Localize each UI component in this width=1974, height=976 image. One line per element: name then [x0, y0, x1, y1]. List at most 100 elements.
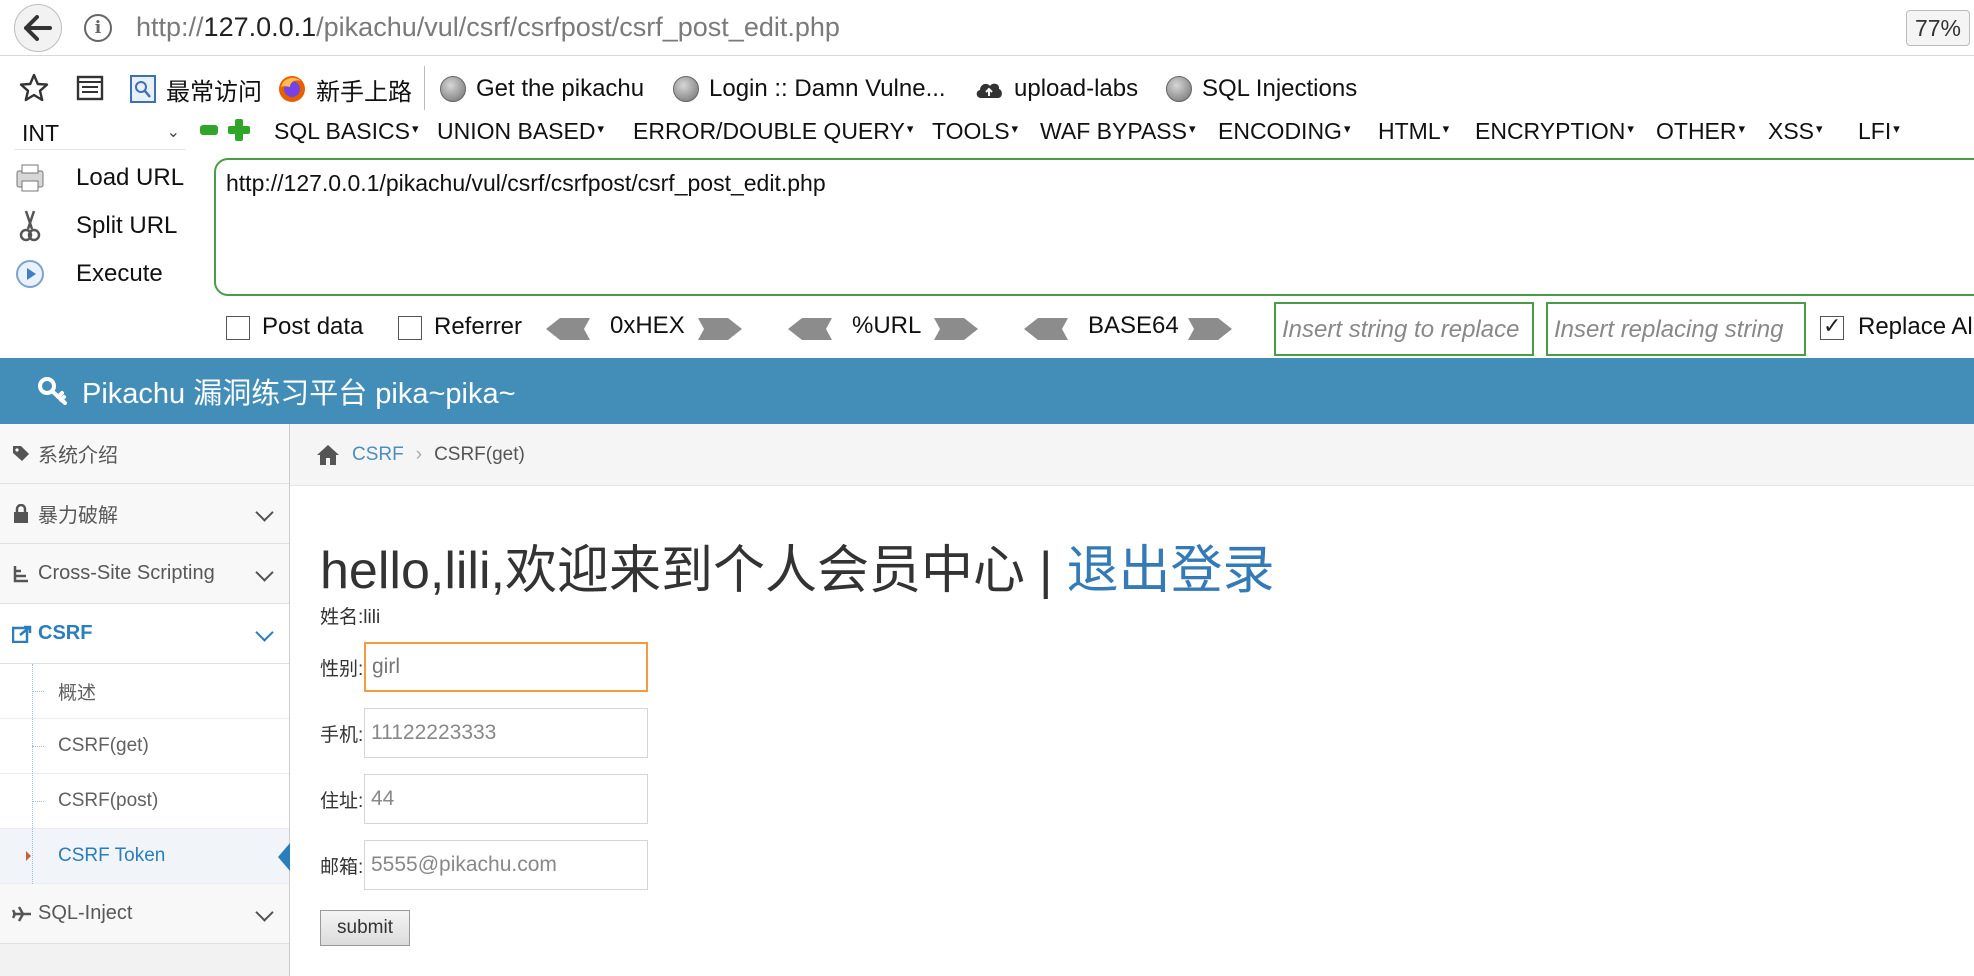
url-host: 127.0.0.1 — [203, 12, 317, 42]
sidebar-item-xss[interactable]: Cross-Site Scripting — [0, 544, 289, 604]
sidebar-item-intro[interactable]: 系统介绍 — [0, 424, 289, 484]
zoom-indicator[interactable]: 77% — [1905, 10, 1970, 46]
sidebar-item-brute-force[interactable]: 暴力破解 — [0, 484, 289, 544]
info-icon[interactable]: i — [84, 14, 112, 42]
arrow-right-icon[interactable] — [934, 316, 978, 342]
chevron-down-icon — [255, 903, 274, 922]
menu-tools[interactable]: TOOLS — [932, 118, 1018, 145]
sidebar-item-label: Cross-Site Scripting — [38, 562, 215, 584]
menu-encoding[interactable]: ENCODING — [1218, 118, 1350, 145]
scissors-icon — [19, 210, 41, 242]
sidebar-sub-csrf-post[interactable]: CSRF(post) — [0, 774, 289, 829]
replace-all-label: Replace All — [1858, 313, 1974, 340]
address-bar: i http://127.0.0.1/pikachu/vul/csrf/csrf… — [0, 0, 1974, 56]
menu-html[interactable]: HTML — [1378, 118, 1449, 145]
submit-button[interactable]: submit — [320, 910, 410, 946]
arrow-left-icon — [24, 15, 52, 41]
home-icon[interactable] — [316, 444, 340, 466]
breadcrumb-current: CSRF(get) — [434, 443, 525, 465]
play-icon — [16, 260, 44, 288]
chevron-down-icon — [255, 563, 274, 582]
sidebar-sub-overview[interactable]: 概述 — [0, 664, 289, 719]
bookmark-upload-labs[interactable]: upload-labs — [974, 72, 1138, 106]
sidebar-item-csrf[interactable]: CSRF — [0, 604, 289, 664]
menu-xss[interactable]: XSS — [1768, 118, 1823, 145]
load-url-button[interactable]: Load URL — [14, 158, 184, 198]
injection-type-select[interactable]: INT ⌄ — [14, 116, 186, 150]
breadcrumb-section-link[interactable]: CSRF — [352, 444, 404, 466]
menu-lfi[interactable]: LFI — [1858, 118, 1900, 145]
bookmark-label: 新手上路 — [316, 78, 412, 106]
plus-icon[interactable] — [228, 119, 250, 141]
arrow-right-icon[interactable] — [1188, 316, 1232, 342]
menu-sql-basics[interactable]: SQL BASICS — [274, 118, 418, 145]
globe-icon — [1166, 76, 1192, 102]
referrer-checkbox[interactable] — [398, 316, 422, 340]
app-header: Pikachu 漏洞练习平台 pika~pika~ — [0, 358, 1974, 424]
select-value: INT — [22, 120, 60, 146]
hackbar-menu: INT ⌄ SQL BASICS UNION BASED ERROR/DOUBL… — [0, 114, 1974, 154]
bookmark-label: SQL Injections — [1202, 75, 1358, 102]
chevron-down-icon: ⌄ — [166, 124, 180, 141]
tree-icon — [13, 565, 28, 582]
arrow-left-icon[interactable] — [546, 316, 590, 342]
bookmark-page-icon — [130, 75, 156, 103]
address-input[interactable] — [364, 774, 648, 824]
breadcrumb: CSRF › CSRF(get) — [290, 424, 1974, 486]
replace-all-checkbox[interactable] — [1820, 313, 1844, 340]
sidebar-sub-csrf-get[interactable]: CSRF(get) — [0, 719, 289, 774]
form-row-phone: 手机: — [320, 708, 648, 758]
sidebar-sub-csrf-token[interactable]: CSRF Token — [0, 829, 290, 884]
bookmark-dvwa-login[interactable]: Login :: Damn Vulne... — [673, 72, 946, 106]
execute-button[interactable]: Execute — [14, 254, 163, 294]
star-icon[interactable] — [18, 72, 50, 104]
sidebar-item-label: 暴力破解 — [38, 505, 118, 527]
bookmark-sql-injections[interactable]: SQL Injections — [1166, 72, 1357, 106]
hackbar-url-textarea[interactable]: http://127.0.0.1/pikachu/vul/csrf/csrfpo… — [214, 158, 1974, 296]
arrow-left-icon[interactable] — [788, 316, 832, 342]
title-divider: | — [1038, 542, 1053, 600]
arrow-left-icon[interactable] — [1024, 316, 1068, 342]
form-row-address: 住址: — [320, 774, 648, 824]
menu-error-double-query[interactable]: ERROR/DOUBLE QUERY — [633, 118, 913, 145]
name-line: 姓名:lili — [320, 607, 381, 628]
minus-icon[interactable] — [200, 125, 218, 135]
logout-link[interactable]: 退出登录 — [1067, 542, 1275, 600]
sidebar-item-sql-inject[interactable]: SQL-Inject — [0, 884, 289, 944]
load-url-icon — [16, 164, 44, 192]
bookmark-getting-started[interactable]: 新手上路 — [278, 72, 412, 106]
url-encode-label: %URL — [852, 312, 922, 339]
form-row-sex: 性别: — [320, 642, 648, 692]
phone-input[interactable] — [364, 708, 648, 758]
bookmarks-separator — [424, 66, 425, 110]
menu-other[interactable]: OTHER — [1656, 118, 1745, 145]
reading-list-icon[interactable] — [74, 72, 106, 104]
replace-string-input[interactable]: Insert string to replace — [1274, 302, 1534, 356]
sidebar-item-label: CSRF — [38, 622, 93, 644]
menu-union-based[interactable]: UNION BASED — [437, 118, 604, 145]
sidebar: 系统介绍 暴力破解 Cross-Site Scripting CSRF 概述 C… — [0, 424, 290, 976]
split-url-button[interactable]: Split URL — [14, 206, 177, 246]
email-input[interactable] — [364, 840, 648, 890]
phone-label: 手机: — [320, 724, 364, 746]
menu-encryption[interactable]: ENCRYPTION — [1475, 118, 1634, 145]
referrer-label: Referrer — [434, 313, 523, 340]
bookmark-label: Get the pikachu — [476, 75, 645, 102]
sidebar-item-label: 系统介绍 — [38, 445, 118, 467]
replacing-string-input[interactable]: Insert replacing string — [1546, 302, 1806, 356]
menu-waf-bypass[interactable]: WAF BYPASS — [1040, 118, 1196, 145]
sex-label: 性别: — [320, 658, 364, 680]
bookmark-get-the-pikachu[interactable]: Get the pikachu — [440, 72, 644, 106]
cloud-icon — [976, 83, 1002, 98]
arrow-right-icon[interactable] — [698, 316, 742, 342]
url-path: /pikachu/vul/csrf/csrfpost/csrf_post_edi… — [316, 12, 840, 42]
sex-input[interactable] — [364, 642, 648, 692]
bookmark-label: Login :: Damn Vulne... — [709, 75, 946, 102]
base64-label: BASE64 — [1088, 312, 1179, 339]
back-button[interactable] — [14, 4, 62, 52]
page-title: hello,lili,欢迎来到个人会员中心 | 退出登录 — [320, 528, 1275, 603]
app-title: Pikachu 漏洞练习平台 pika~pika~ — [82, 378, 516, 410]
bookmark-most-visited[interactable]: 最常访问 — [130, 72, 262, 106]
post-data-checkbox[interactable] — [226, 316, 250, 340]
url-display[interactable]: http://127.0.0.1/pikachu/vul/csrf/csrfpo… — [136, 12, 840, 43]
